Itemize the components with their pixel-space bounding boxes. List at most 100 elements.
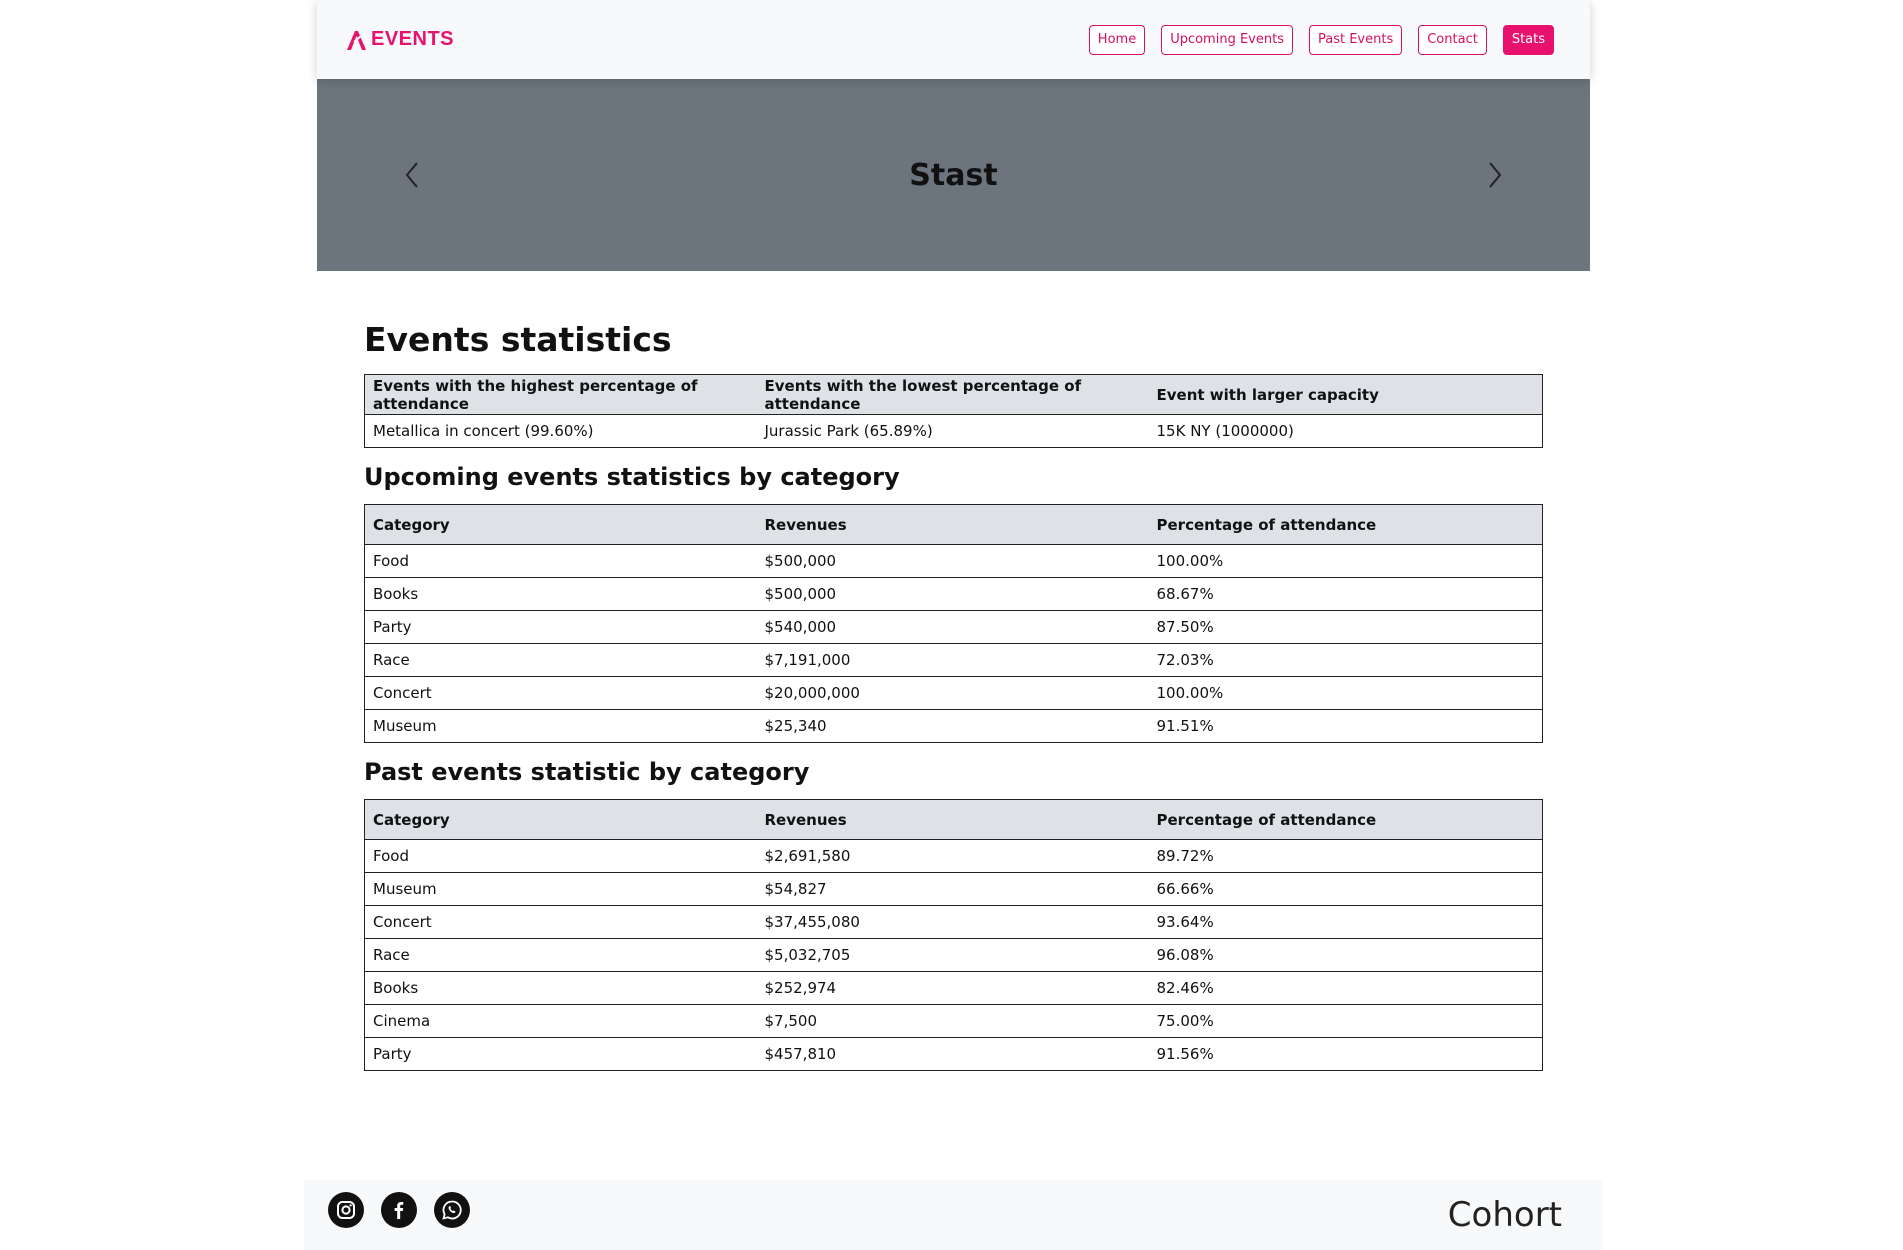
- upcoming-stats-title: Upcoming events statistics by category: [364, 463, 900, 491]
- table-row: Books $500,000 68.67%: [364, 577, 1543, 611]
- footer: Cohort: [304, 1180, 1602, 1250]
- header-revenues: Revenues: [756, 799, 1149, 840]
- cell-attendance: 100.00%: [1148, 544, 1543, 578]
- facebook-link[interactable]: [381, 1192, 417, 1228]
- cell-attendance: 72.03%: [1148, 643, 1543, 677]
- cell-attendance: 91.56%: [1156, 1045, 1214, 1063]
- table-row: Food $2,691,580 89.72%: [364, 839, 1543, 873]
- cell-highest-attendance: Metallica in concert (99.60%): [373, 422, 594, 440]
- hero-title: Stast: [909, 157, 998, 193]
- cell-attendance: 100.00%: [1148, 676, 1543, 710]
- social-links: [328, 1192, 470, 1228]
- cell-revenues: $7,500: [756, 1004, 1149, 1038]
- logo-text: EVENTS: [371, 28, 455, 50]
- cell-revenues: $540,000: [756, 610, 1149, 644]
- past-stats-table: Category Revenues Percentage of attendan…: [364, 799, 1543, 1071]
- cell-category: Party: [364, 610, 757, 644]
- table-row: Race $5,032,705 96.08%: [364, 938, 1543, 972]
- page: EVENTS Home Upcoming Events Past Events …: [317, 0, 1590, 271]
- hero-carousel: Stast: [317, 79, 1590, 271]
- table-row: Party $540,000 87.50%: [364, 610, 1543, 644]
- header-attendance: Percentage of attendance: [1148, 504, 1543, 545]
- cell-attendance: 87.50%: [1148, 610, 1543, 644]
- cell-attendance: 96.08%: [1148, 938, 1543, 972]
- table-row: Concert $20,000,000 100.00%: [364, 676, 1543, 710]
- cell-category: Books: [364, 577, 757, 611]
- nav-past-events[interactable]: Past Events: [1308, 24, 1403, 55]
- whatsapp-link[interactable]: [434, 1192, 470, 1228]
- stats-content: Events statistics Events with the highes…: [364, 318, 1543, 1071]
- table-row: Party $457,810 91.56%: [365, 1038, 1543, 1071]
- table-row: Museum $54,827 66.66%: [364, 872, 1543, 906]
- cell-category: Party: [373, 1045, 412, 1063]
- cell-category: Concert: [364, 905, 757, 939]
- past-stats-title: Past events statistic by category: [364, 758, 810, 786]
- header-highest-attendance: Events with the highest percentage of at…: [364, 374, 757, 415]
- header-larger-capacity: Event with larger capacity: [1148, 374, 1543, 415]
- table-row: Books $252,974 82.46%: [364, 971, 1543, 1005]
- cell-revenues: $25,340: [764, 717, 827, 735]
- table-header-row: Category Revenues Percentage of attendan…: [364, 799, 1543, 840]
- nav-upcoming-events[interactable]: Upcoming Events: [1161, 24, 1293, 55]
- cell-attendance: 66.66%: [1148, 872, 1543, 906]
- cell-revenues: $500,000: [756, 577, 1149, 611]
- cell-attendance: 89.72%: [1148, 839, 1543, 873]
- cell-revenues: $5,032,705: [756, 938, 1149, 972]
- cell-category: Museum: [373, 717, 437, 735]
- table-row: Metallica in concert (99.60%) Jurassic P…: [365, 415, 1543, 448]
- whatsapp-icon: [442, 1200, 462, 1220]
- cell-revenues: $252,974: [756, 971, 1149, 1005]
- cell-attendance: 82.46%: [1148, 971, 1543, 1005]
- carousel-next-button[interactable]: [1482, 159, 1506, 191]
- upcoming-stats-table: Category Revenues Percentage of attendan…: [364, 504, 1543, 743]
- cell-attendance: 91.51%: [1156, 717, 1214, 735]
- cell-category: Food: [364, 544, 757, 578]
- instagram-icon: [337, 1201, 355, 1219]
- table-row: Concert $37,455,080 93.64%: [364, 905, 1543, 939]
- cell-revenues: $37,455,080: [756, 905, 1149, 939]
- header-category: Category: [364, 504, 757, 545]
- cell-revenues: $7,191,000: [756, 643, 1149, 677]
- cell-category: Race: [364, 938, 757, 972]
- cell-revenues: $20,000,000: [756, 676, 1149, 710]
- cell-lowest-attendance: Jurassic Park (65.89%): [764, 422, 933, 440]
- cell-category: Books: [364, 971, 757, 1005]
- cell-category: Food: [364, 839, 757, 873]
- nav-stats[interactable]: Stats: [1502, 24, 1554, 55]
- table-row: Food $500,000 100.00%: [364, 544, 1543, 578]
- header-attendance: Percentage of attendance: [1148, 799, 1543, 840]
- logo[interactable]: EVENTS: [345, 28, 454, 52]
- header-lowest-attendance: Events with the lowest percentage of att…: [756, 374, 1149, 415]
- header-category: Category: [364, 799, 757, 840]
- events-stats-table: Events with the highest percentage of at…: [364, 374, 1543, 448]
- instagram-link[interactable]: [328, 1192, 364, 1228]
- chevron-left-icon: [405, 162, 418, 188]
- cell-category: Cinema: [364, 1004, 757, 1038]
- footer-cohort-text: Cohort: [1447, 1195, 1562, 1235]
- table-row: Cinema $7,500 75.00%: [364, 1004, 1543, 1038]
- nav-home[interactable]: Home: [1088, 24, 1146, 55]
- cell-revenues: $457,810: [764, 1045, 837, 1063]
- cell-revenues: $54,827: [756, 872, 1149, 906]
- cell-category: Concert: [364, 676, 757, 710]
- cell-revenues: $500,000: [756, 544, 1149, 578]
- table-header-row: Events with the highest percentage of at…: [364, 374, 1543, 415]
- cell-attendance: 93.64%: [1148, 905, 1543, 939]
- nav-contact[interactable]: Contact: [1418, 24, 1487, 55]
- cell-category: Race: [364, 643, 757, 677]
- cell-larger-capacity: 15K NY (1000000): [1156, 422, 1294, 440]
- cell-attendance: 68.67%: [1148, 577, 1543, 611]
- cell-category: Museum: [364, 872, 757, 906]
- header-revenues: Revenues: [756, 504, 1149, 545]
- carousel-prev-button[interactable]: [401, 159, 425, 191]
- chevron-right-icon: [1489, 162, 1502, 188]
- navbar: EVENTS Home Upcoming Events Past Events …: [317, 0, 1590, 79]
- main-nav: Home Upcoming Events Past Events Contact…: [1088, 24, 1554, 55]
- events-stats-title: Events statistics: [364, 320, 672, 359]
- table-row: Museum $25,340 91.51%: [365, 710, 1543, 743]
- table-row: Race $7,191,000 72.03%: [364, 643, 1543, 677]
- table-header-row: Category Revenues Percentage of attendan…: [364, 504, 1543, 545]
- logo-mark-icon: [347, 30, 366, 50]
- facebook-icon: [394, 1202, 404, 1219]
- cell-revenues: $2,691,580: [756, 839, 1149, 873]
